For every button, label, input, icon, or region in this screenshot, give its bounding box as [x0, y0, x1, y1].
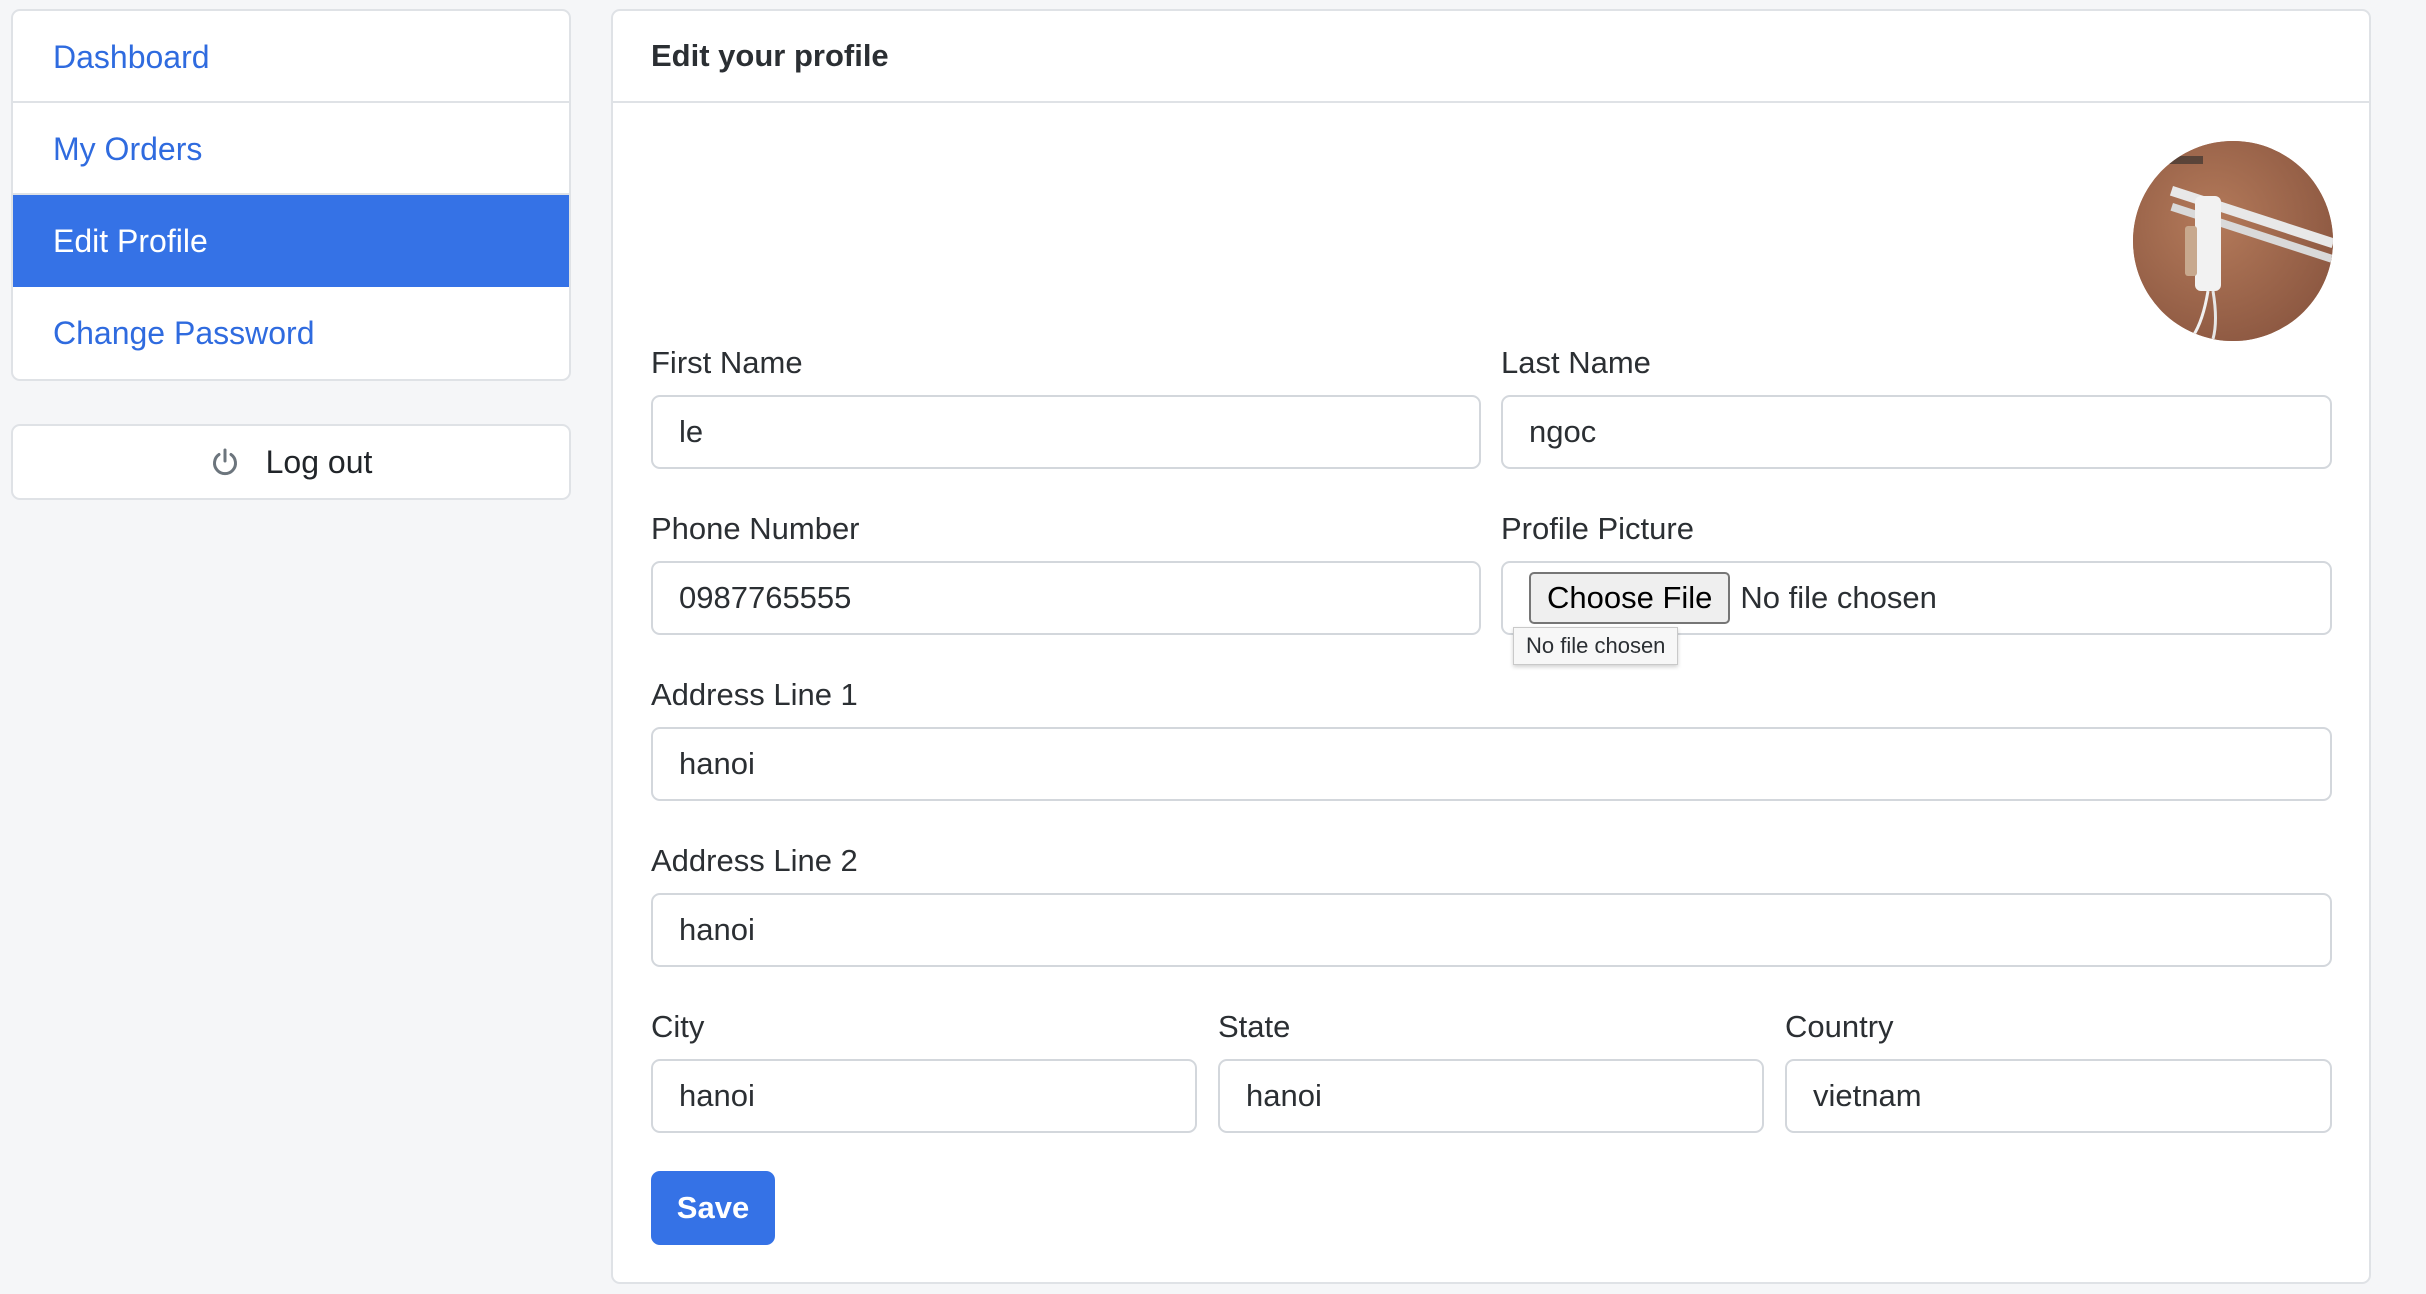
state-label: State — [1218, 1009, 1291, 1044]
address-line-1-input[interactable] — [651, 727, 2332, 801]
last-name-input[interactable] — [1501, 395, 2332, 469]
sidebar-item-change-password[interactable]: Change Password — [13, 287, 569, 379]
first-name-input[interactable] — [651, 395, 1481, 469]
address-line-1-label: Address Line 1 — [651, 677, 858, 712]
sidebar-item-dashboard[interactable]: Dashboard — [13, 11, 569, 103]
country-input[interactable] — [1785, 1059, 2332, 1133]
file-status-text: No file chosen — [1740, 580, 1937, 615]
logout-button[interactable]: Log out — [11, 424, 571, 500]
sidebar-nav: Dashboard My Orders Edit Profile Change … — [11, 9, 571, 381]
country-label: Country — [1785, 1009, 1894, 1044]
first-name-label: First Name — [651, 345, 803, 380]
logout-label: Log out — [265, 443, 373, 480]
avatar — [2133, 141, 2333, 341]
city-label: City — [651, 1009, 705, 1044]
sidebar-item-edit-profile[interactable]: Edit Profile — [13, 195, 569, 287]
address-line-2-input[interactable] — [651, 893, 2332, 967]
phone-number-label: Phone Number — [651, 511, 860, 546]
city-input[interactable] — [651, 1059, 1197, 1133]
phone-number-input[interactable] — [651, 561, 1481, 635]
choose-file-button[interactable]: Choose File — [1529, 572, 1731, 624]
sidebar-item-my-orders[interactable]: My Orders — [13, 103, 569, 195]
save-button[interactable]: Save — [651, 1171, 775, 1245]
profile-picture-label: Profile Picture — [1501, 511, 1694, 546]
file-tooltip: No file chosen — [1513, 627, 1679, 665]
profile-picture-input: Choose File No file chosen — [1501, 561, 2332, 635]
last-name-label: Last Name — [1501, 345, 1651, 380]
address-line-2-label: Address Line 2 — [651, 843, 858, 878]
edit-profile-card: Edit your profile First Name Last Name P… — [611, 9, 2371, 1284]
card-title: Edit your profile — [613, 11, 2369, 103]
state-input[interactable] — [1218, 1059, 1764, 1133]
power-icon — [210, 447, 240, 477]
